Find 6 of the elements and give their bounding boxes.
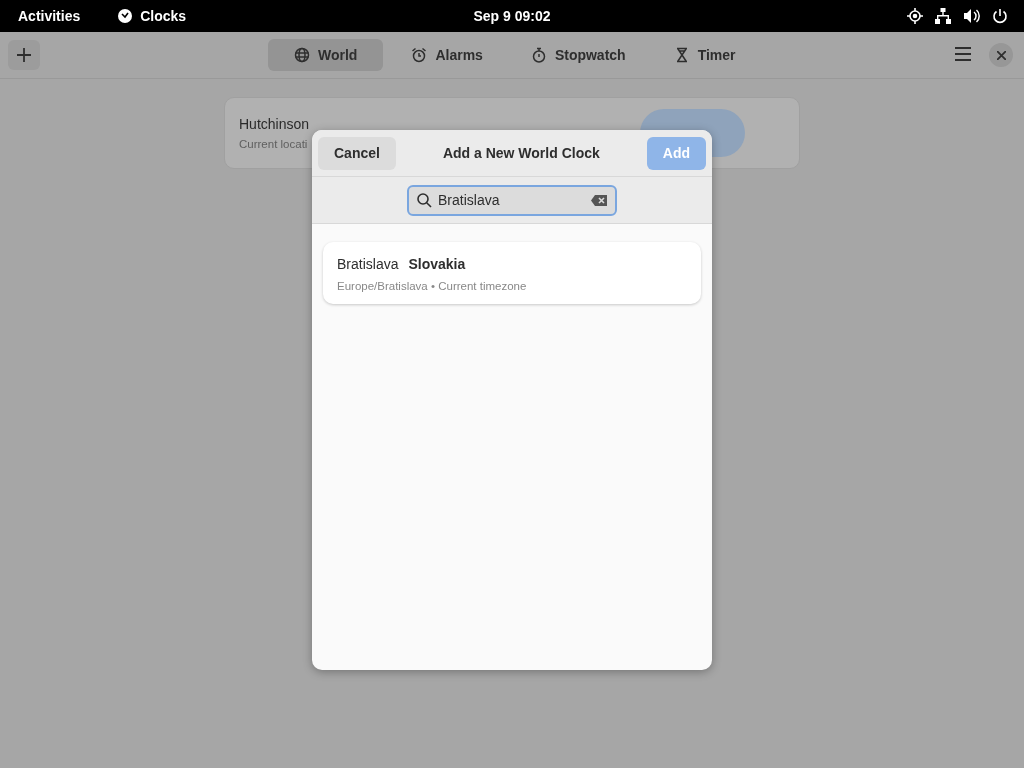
- dialog-title: Add a New World Clock: [442, 145, 600, 161]
- result-city: Bratislava: [337, 256, 399, 272]
- result-detail: Europe/Bratislava • Current timezone: [337, 280, 528, 292]
- location-subtitle: Current locati: [239, 138, 309, 150]
- result-country: Slovakia: [408, 256, 466, 272]
- city-name: Hutchinson: [239, 116, 310, 132]
